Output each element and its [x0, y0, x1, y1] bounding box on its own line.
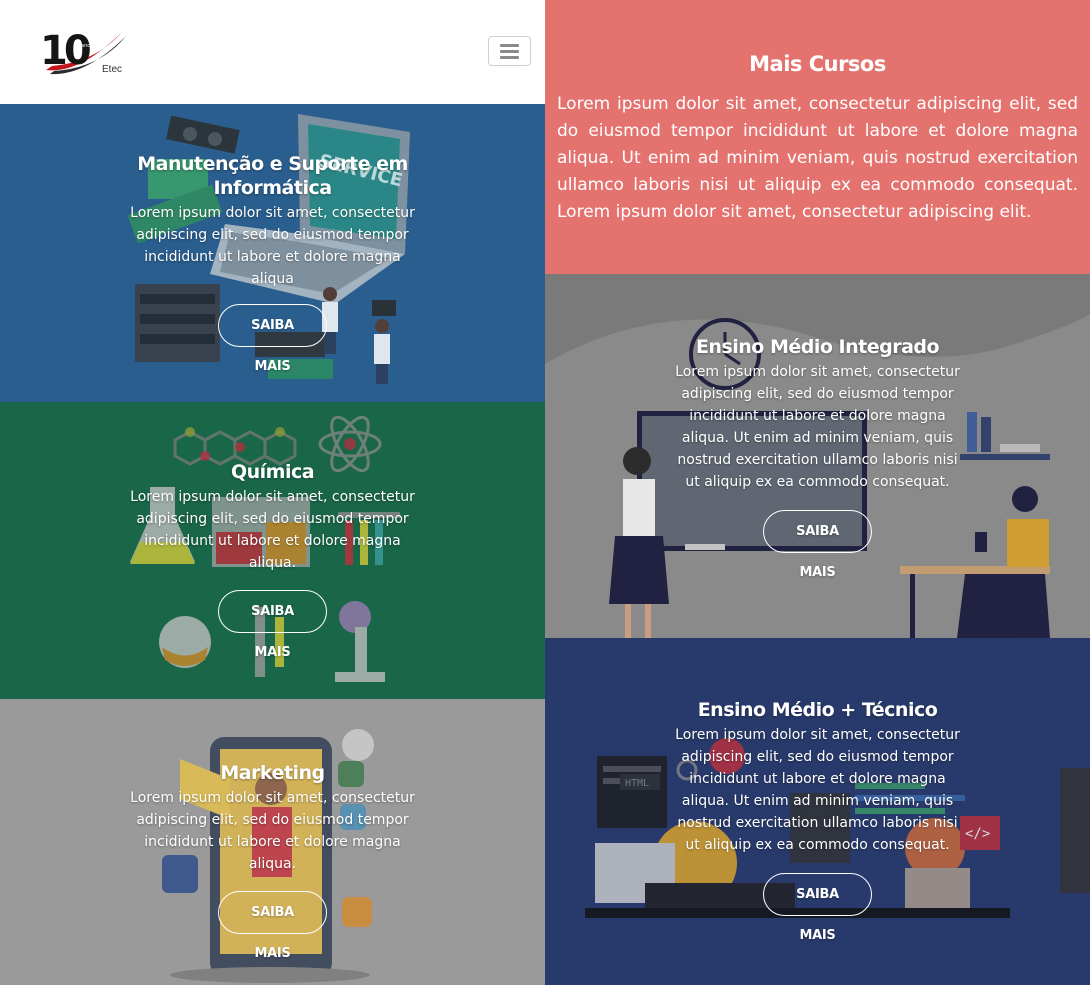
- saiba-mais-button[interactable]: SAIBA MAIS: [218, 891, 327, 961]
- course-title: Ensino Médio + Técnico: [697, 699, 938, 721]
- course-description: Lorem ipsum dolor sit amet, consectetur …: [675, 727, 960, 853]
- course-card-content: Manutenção e Suporte em Informática Lore…: [0, 152, 545, 375]
- svg-text:10: 10: [40, 28, 90, 74]
- saiba-mais-button[interactable]: SAIBA MAIS: [218, 304, 327, 374]
- course-card-quimica: Química Lorem ipsum dolor sit amet, cons…: [0, 402, 545, 699]
- course-title: Ensino Médio Integrado: [695, 336, 940, 358]
- course-description: Lorem ipsum dolor sit amet, consectetur …: [130, 790, 415, 872]
- course-card-content: Ensino Médio Integrado Lorem ipsum dolor…: [545, 335, 1090, 581]
- saiba-mais-button[interactable]: SAIBA MAIS: [763, 873, 872, 943]
- course-card-content: Ensino Médio + Técnico Lorem ipsum dolor…: [545, 698, 1090, 944]
- course-card-ensino-medio-tecnico: HTML </> Ensino Médio + Técnico Lorem ip…: [545, 638, 1090, 985]
- course-title: Marketing: [220, 762, 325, 784]
- course-card-content: Marketing Lorem ipsum dolor sit amet, co…: [0, 761, 545, 962]
- course-title: Química: [230, 461, 315, 483]
- more-courses-block: Mais Cursos Lorem ipsum dolor sit amet, …: [545, 0, 1090, 274]
- more-courses-content: Mais Cursos Lorem ipsum dolor sit amet, …: [545, 52, 1090, 226]
- saiba-mais-button[interactable]: SAIBA MAIS: [763, 510, 872, 580]
- course-card-content: Química Lorem ipsum dolor sit amet, cons…: [0, 460, 545, 661]
- more-courses-title: Mais Cursos: [749, 52, 886, 76]
- saiba-mais-button[interactable]: SAIBA MAIS: [218, 590, 327, 660]
- more-courses-description: Lorem ipsum dolor sit amet, consectetur …: [557, 94, 1078, 222]
- course-card-manutencao: SERVICE Manutenção e Suporte em Informát…: [0, 104, 545, 402]
- right-column: Mais Cursos Lorem ipsum dolor sit amet, …: [545, 0, 1090, 985]
- svg-text:Etec: Etec: [102, 64, 122, 75]
- course-description: Lorem ipsum dolor sit amet, consectetur …: [130, 205, 415, 287]
- svg-text:anos: anos: [81, 43, 93, 49]
- left-column: 10 anos Etec SERVICE Manutenção e Suport…: [0, 0, 545, 985]
- etec-10-anos-logo[interactable]: 10 anos Etec: [40, 22, 130, 78]
- course-card-marketing: Marketing Lorem ipsum dolor sit amet, co…: [0, 699, 545, 985]
- top-navbar: 10 anos Etec: [0, 0, 545, 104]
- menu-toggle-button[interactable]: [488, 36, 531, 66]
- course-description: Lorem ipsum dolor sit amet, consectetur …: [130, 489, 415, 571]
- course-description: Lorem ipsum dolor sit amet, consectetur …: [675, 364, 960, 490]
- course-title: Manutenção e Suporte em Informática: [137, 153, 408, 199]
- hamburger-icon: [500, 44, 519, 47]
- course-card-ensino-medio-integrado: Ensino Médio Integrado Lorem ipsum dolor…: [545, 274, 1090, 638]
